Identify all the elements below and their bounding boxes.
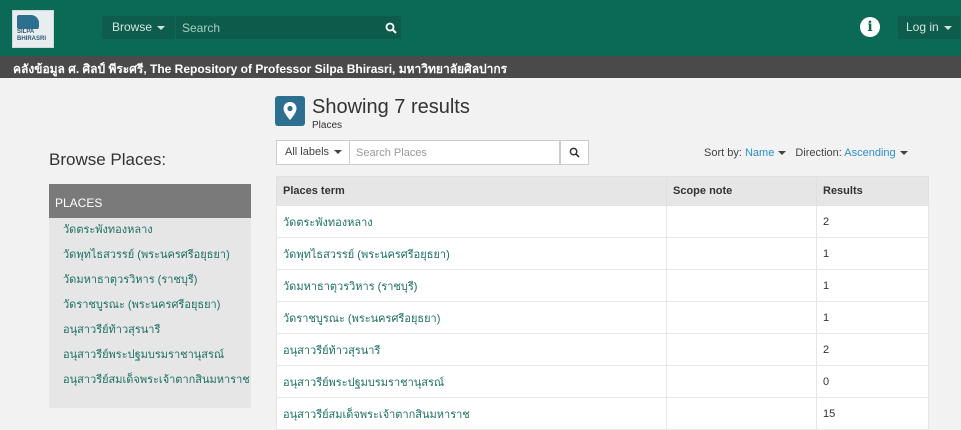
scope-note-cell: [666, 269, 817, 302]
top-navbar: SILPA BHIRASRI Browse i Log in: [0, 0, 961, 56]
login-button[interactable]: Log in: [898, 16, 960, 39]
sidebar-item[interactable]: วัดพุทไธสวรรย์ (พระนครศรีอยุธยา): [49, 243, 251, 268]
term-link[interactable]: วัดมหาธาตุวรวิหาร (ราชบุรี): [276, 269, 667, 302]
sidebar-places-list: วัดตระพังทองหลาง วัดพุทไธสวรรย์ (พระนครศ…: [49, 218, 251, 408]
column-header-results[interactable]: Results: [816, 176, 929, 206]
results-table: Places term Scope note Results วัดตระพัง…: [276, 176, 929, 430]
results-count-cell: 1: [816, 301, 929, 334]
term-link[interactable]: อนุสาวรีย์สมเด็จพระเจ้าตากสินมหาราช: [276, 397, 667, 430]
info-icon[interactable]: i: [860, 17, 880, 37]
results-title: Showing 7 results: [312, 96, 470, 118]
table-row: วัดพุทไธสวรรย์ (พระนครศรีอยุธยา) 1: [276, 237, 929, 270]
results-count-cell: 2: [816, 205, 929, 238]
term-link[interactable]: อนุสาวรีย์พระปฐมบรมราชานุสรณ์: [276, 365, 667, 398]
scope-note-cell: [666, 205, 817, 238]
results-count-cell: 1: [816, 269, 929, 302]
table-header-row: Places term Scope note Results: [276, 176, 929, 206]
term-link[interactable]: วัดราชบูรณะ (พระนครศรีอยุธยา): [276, 301, 667, 334]
sidebar-item[interactable]: อนุสาวรีย์พระปฐมบรมราชานุสรณ์: [49, 343, 251, 368]
map-marker-icon: [275, 96, 305, 126]
site-logo[interactable]: SILPA BHIRASRI: [12, 10, 54, 48]
caret-down-icon: [334, 150, 343, 155]
scope-note-cell: [666, 301, 817, 334]
scope-note-cell: [666, 333, 817, 366]
search-icon: [385, 22, 397, 34]
results-count-cell: 0: [816, 365, 929, 398]
labels-select[interactable]: All labels: [276, 140, 350, 165]
sidebar-item[interactable]: วัดมหาธาตุวรวิหาร (ราชบุรี): [49, 268, 251, 293]
scope-note-cell: [666, 237, 817, 270]
sidebar-item[interactable]: อนุสาวรีย์สมเด็จพระเจ้าตากสินมหาราช: [49, 368, 251, 393]
sort-by-dropdown[interactable]: Name: [745, 147, 774, 159]
labels-select-value: All labels: [285, 146, 330, 158]
places-section-header[interactable]: PLACES: [49, 184, 251, 218]
table-row: วัดตระพังทองหลาง 2: [276, 205, 929, 238]
search-places-button[interactable]: [560, 140, 589, 165]
caret-down-icon: [157, 25, 166, 30]
table-row: อนุสาวรีย์พระปฐมบรมราชานุสรณ์ 0: [276, 365, 929, 398]
sort-controls: Sort by: Name Direction: Ascending: [704, 147, 914, 159]
term-link[interactable]: วัดพุทไธสวรรย์ (พระนครศรีอยุธยา): [276, 237, 667, 270]
direction-dropdown[interactable]: Ascending: [844, 147, 895, 159]
search-icon: [569, 147, 580, 158]
global-search-input[interactable]: [176, 16, 381, 39]
term-link[interactable]: อนุสาวรีย์ท้าวสุรนารี: [276, 333, 667, 366]
direction-label: Direction:: [795, 147, 842, 159]
term-link[interactable]: วัดตระพังทองหลาง: [276, 205, 667, 238]
browse-label: Browse: [112, 20, 153, 34]
repository-title-bar: คลังข้อมูล ศ. ศิลป์ พีระศรี, The Reposit…: [0, 56, 961, 78]
logo-text: SILPA BHIRASRI: [17, 29, 47, 42]
repository-title[interactable]: คลังข้อมูล ศ. ศิลป์ พีระศรี, The Reposit…: [13, 60, 507, 79]
sidebar-item[interactable]: อนุสาวรีย์ท้าวสุรนารี: [49, 318, 251, 343]
caret-down-icon: [899, 151, 908, 156]
login-label: Log in: [906, 20, 939, 34]
global-search-button[interactable]: [381, 16, 401, 39]
sort-by-label: Sort by:: [704, 147, 742, 159]
logo-mark: [17, 15, 39, 29]
caret-down-icon: [778, 151, 787, 156]
sidebar-title: Browse Places:: [49, 150, 167, 169]
column-header-term[interactable]: Places term: [276, 176, 667, 206]
scope-note-cell: [666, 365, 817, 398]
column-header-scope-note[interactable]: Scope note: [666, 176, 817, 206]
results-subtitle: Places: [312, 120, 343, 131]
search-places-input[interactable]: [350, 140, 560, 165]
table-row: อนุสาวรีย์ท้าวสุรนารี 2: [276, 333, 929, 366]
table-row: อนุสาวรีย์สมเด็จพระเจ้าตากสินมหาราช 15: [276, 397, 929, 430]
results-count-cell: 2: [816, 333, 929, 366]
table-row: วัดมหาธาตุวรวิหาร (ราชบุรี) 1: [276, 269, 929, 302]
caret-down-icon: [943, 25, 952, 30]
results-count-cell: 15: [816, 397, 929, 430]
browse-menu-button[interactable]: Browse: [102, 16, 176, 39]
scope-note-cell: [666, 397, 817, 430]
table-row: วัดราชบูรณะ (พระนครศรีอยุธยา) 1: [276, 301, 929, 334]
sidebar-item[interactable]: วัดตระพังทองหลาง: [49, 218, 251, 243]
sidebar-item[interactable]: วัดราชบูรณะ (พระนครศรีอยุธยา): [49, 293, 251, 318]
results-count-cell: 1: [816, 237, 929, 270]
